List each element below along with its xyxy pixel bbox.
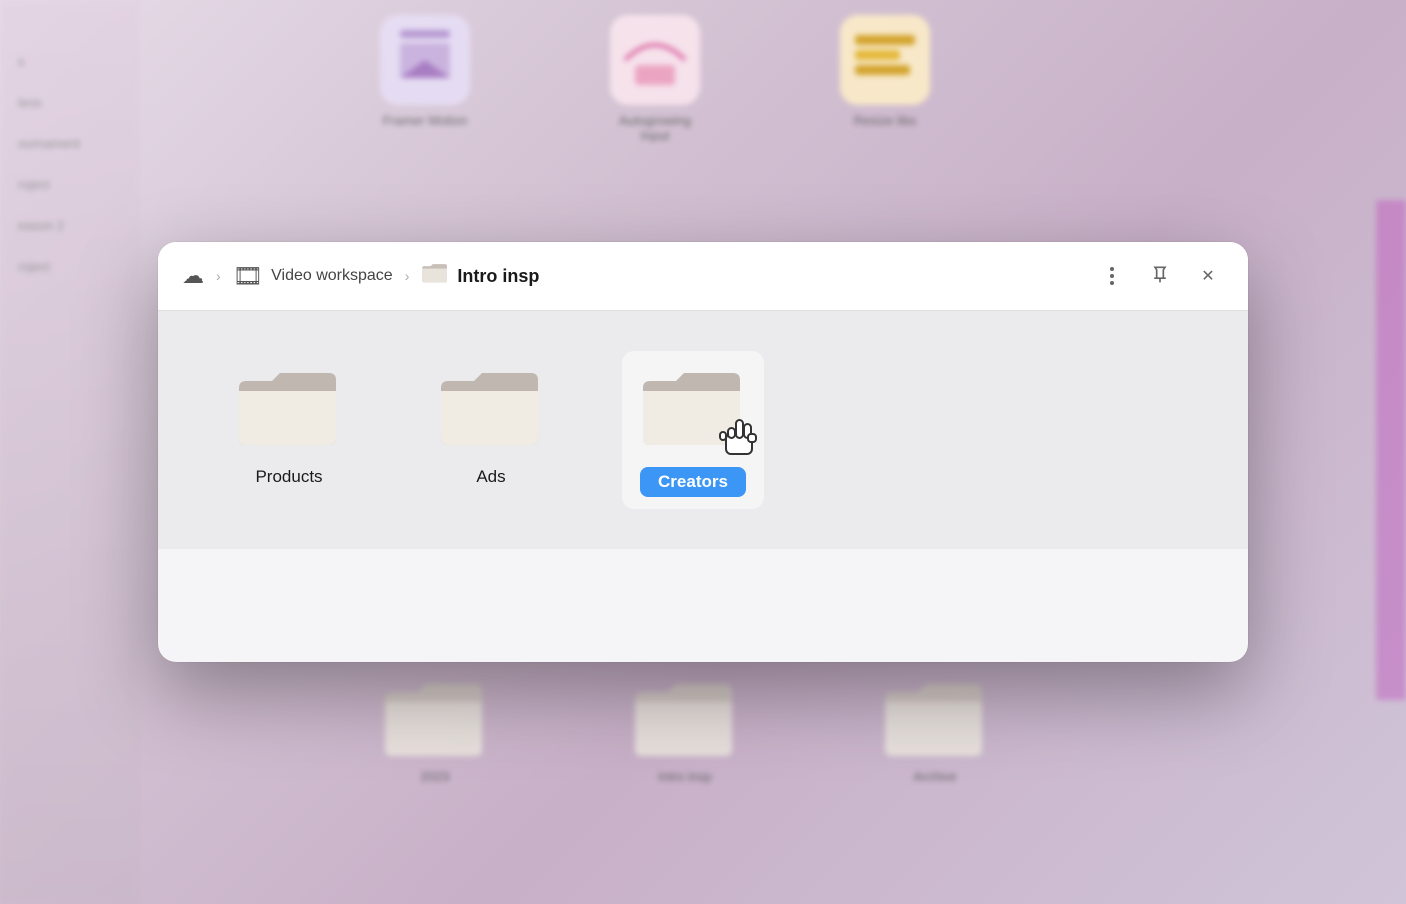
folder-ads-icon — [436, 363, 546, 453]
close-icon: ✕ — [1201, 266, 1214, 286]
dot-2 — [1110, 274, 1114, 278]
dot-1 — [1110, 267, 1114, 271]
folder-creators[interactable]: Creators — [622, 351, 764, 509]
breadcrumb-current-label: Intro insp — [457, 266, 539, 287]
modal-content: Products Ads — [158, 311, 1248, 549]
workspace-label: Video workspace — [271, 267, 393, 285]
folder-ads[interactable]: Ads — [420, 351, 562, 499]
breadcrumb-folder-icon — [421, 261, 449, 291]
modal-dialog: ☁ › 🎞 Video workspace › Intro insp — [158, 242, 1248, 662]
breadcrumb-sep-1: › — [216, 268, 221, 284]
cloud-icon: ☁ — [182, 263, 204, 289]
more-options-icon — [1110, 267, 1114, 285]
dot-3 — [1110, 281, 1114, 285]
modal-header: ☁ › 🎞 Video workspace › Intro insp — [158, 242, 1248, 311]
folder-products-label: Products — [255, 467, 322, 487]
pin-button[interactable] — [1144, 260, 1176, 292]
close-button[interactable]: ✕ — [1192, 260, 1224, 292]
more-options-button[interactable] — [1096, 260, 1128, 292]
folder-creators-label: Creators — [640, 467, 746, 497]
folder-products[interactable]: Products — [218, 351, 360, 499]
folder-products-icon — [234, 363, 344, 453]
folder-ads-label: Ads — [476, 467, 505, 487]
header-actions: ✕ — [1096, 260, 1224, 292]
breadcrumb-workspace-item[interactable]: 🎞 Video workspace — [233, 262, 393, 291]
folder-creators-icon — [638, 363, 748, 453]
workspace-icon: 🎞 — [233, 262, 263, 291]
breadcrumb-cloud: ☁ — [182, 263, 204, 289]
breadcrumb-folder-item: Intro insp — [421, 261, 539, 291]
modal-overlay: ☁ › 🎞 Video workspace › Intro insp — [0, 0, 1406, 904]
pin-icon — [1150, 264, 1170, 289]
breadcrumb-sep-2: › — [405, 268, 410, 284]
